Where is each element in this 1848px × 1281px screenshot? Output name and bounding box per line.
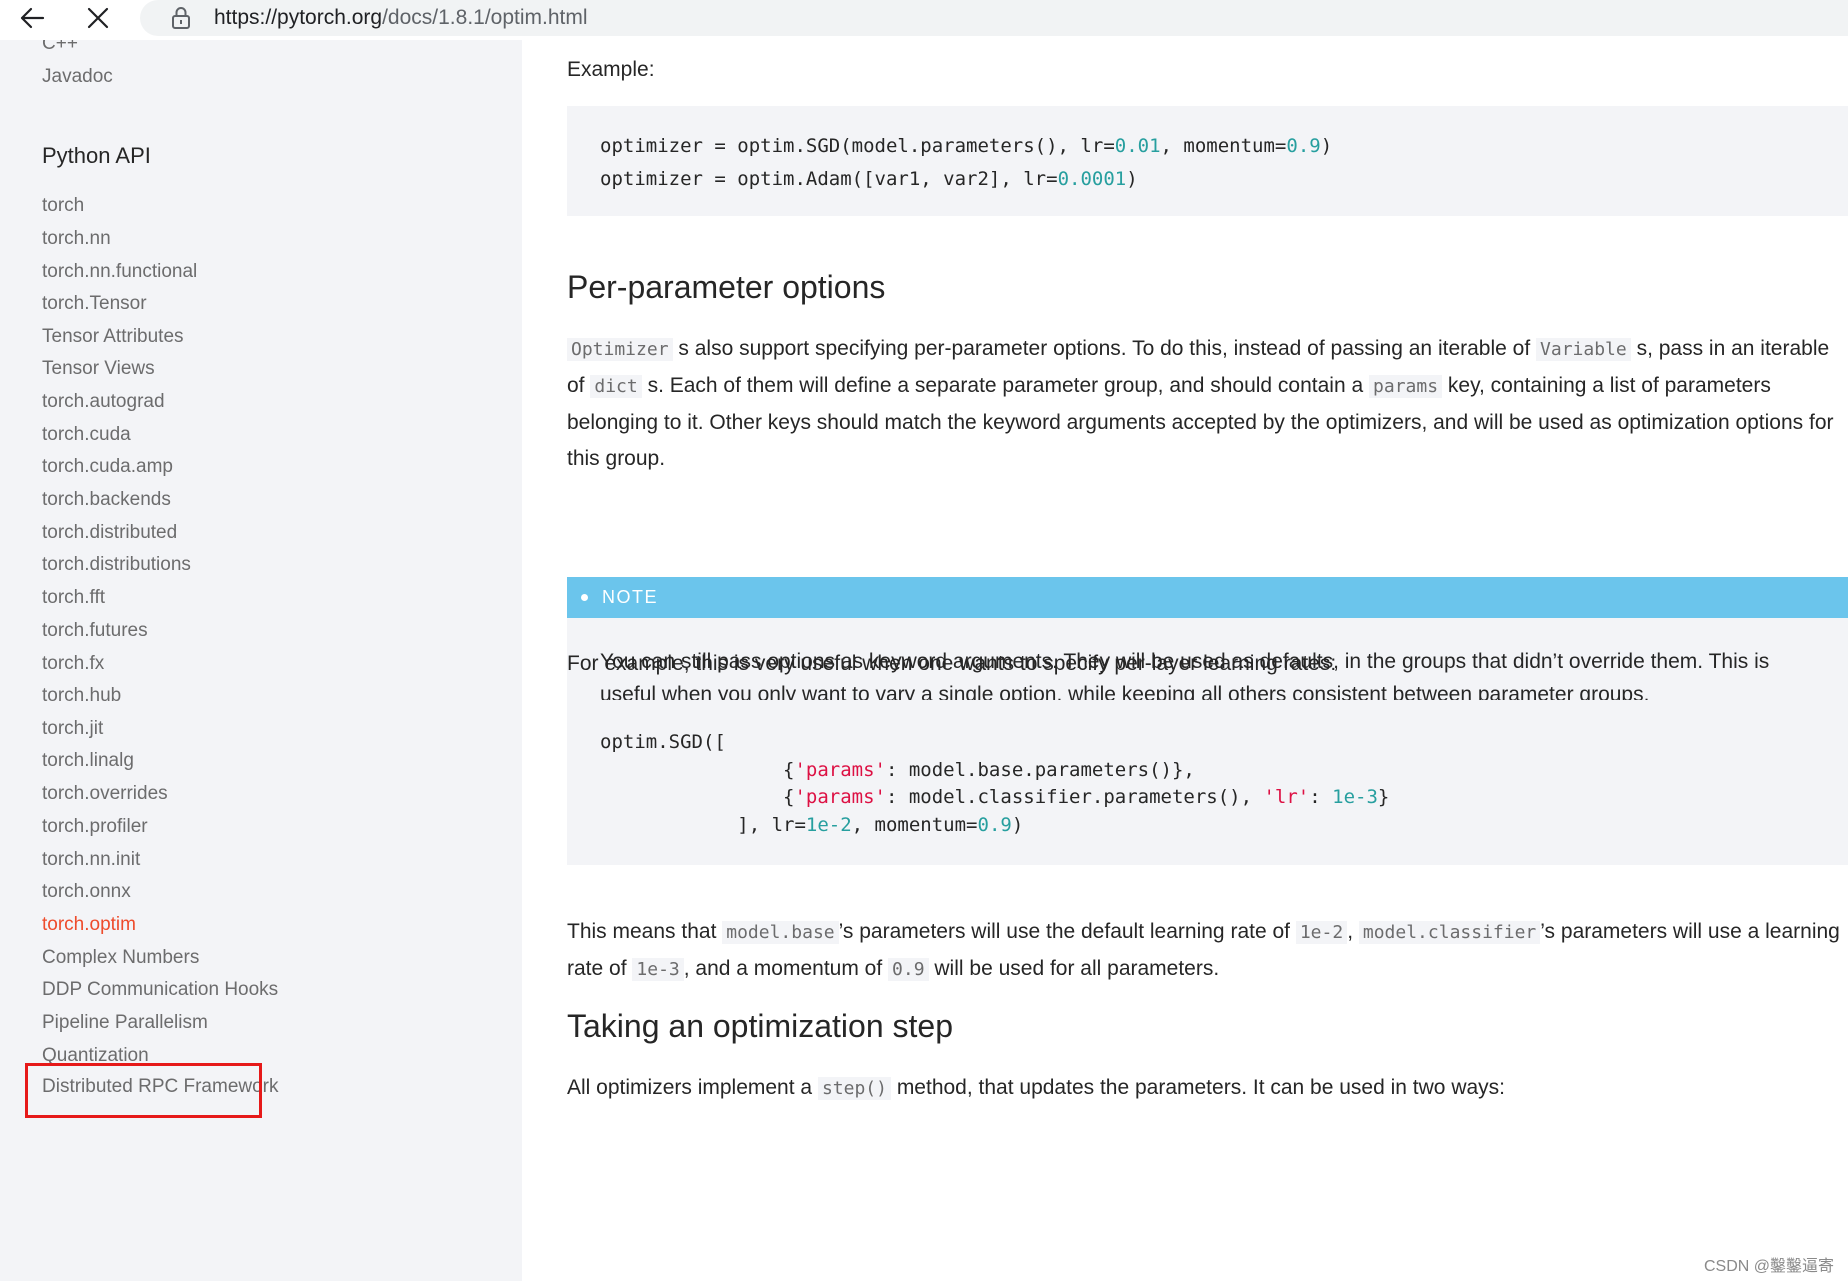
sidebar-item-torch-futures[interactable]: torch.futures [42, 620, 148, 642]
watermark-text: CSDN @鑿鑿逼寄 [1703, 1258, 1834, 1275]
code-line: optimizer = optim.SGD(model.parameters()… [600, 135, 1333, 157]
browser-toolbar: https://pytorch.org/docs/1.8.1/optim.htm… [0, 0, 1848, 40]
arrow-left-icon [20, 7, 45, 29]
sidebar-item-torch-optim[interactable]: torch.optim [42, 914, 136, 936]
sidebar-item-pipeline-parallelism[interactable]: Pipeline Parallelism [42, 1012, 208, 1034]
inline-code: model.classifier [1358, 921, 1541, 944]
sidebar-item-torch-nn[interactable]: torch.nn [42, 228, 111, 250]
lock-icon[interactable] [170, 6, 192, 30]
sidebar-item-torch-cuda[interactable]: torch.cuda [42, 424, 131, 446]
paragraph-per-parameter: Optimizer s also support specifying per-… [567, 337, 1834, 470]
sidebar-item-torch-cuda-amp[interactable]: torch.cuda.amp [42, 456, 173, 478]
sidebar-item-ddp-communication-hooks[interactable]: DDP Communication Hooks [42, 979, 278, 1001]
sidebar-item-torch-nn-init[interactable]: torch.nn.init [42, 849, 140, 871]
sidebar-item-torch-hub[interactable]: torch.hub [42, 685, 121, 707]
inline-code: 1e-3 [632, 958, 684, 981]
sidebar-item-javadoc[interactable]: Javadoc [42, 66, 113, 88]
note-header: NOTE [567, 577, 1848, 618]
sidebar-item-tensor-views[interactable]: Tensor Views [42, 358, 155, 380]
note-bullet-icon [581, 594, 588, 601]
paragraph-step: All optimizers implement a step() method… [567, 1076, 1505, 1100]
sidebar-item-torch-profiler[interactable]: torch.profiler [42, 816, 148, 838]
url-host: https://pytorch.org [214, 6, 383, 29]
back-button[interactable] [10, 0, 54, 36]
sidebar-item-complex-numbers[interactable]: Complex Numbers [42, 947, 199, 969]
url-path: /docs/1.8.1/optim.html [382, 6, 588, 29]
address-bar[interactable]: https://pytorch.org/docs/1.8.1/optim.htm… [140, 0, 1848, 36]
sidebar-item-torch-nn-functional[interactable]: torch.nn.functional [42, 261, 197, 283]
inline-code: 0.9 [888, 958, 929, 981]
sidebar-item-torch-onnx[interactable]: torch.onnx [42, 881, 131, 903]
inline-code: params [1369, 375, 1443, 398]
sidebar-item-torch-tensor[interactable]: torch.Tensor [42, 293, 147, 315]
code-line: optimizer = optim.Adam([var1, var2], lr=… [600, 168, 1138, 190]
sidebar-item-torch-fft[interactable]: torch.fft [42, 587, 105, 609]
code-line: ], lr=1e-2, momentum=0.9) [600, 814, 1024, 836]
heading-per-parameter-options: Per-parameter options [567, 269, 886, 305]
sidebar-item-torch-backends[interactable]: torch.backends [42, 489, 171, 511]
note-title: NOTE [602, 587, 659, 607]
close-icon [87, 7, 109, 29]
paragraph-model-base: This means that model.base’s parameters … [567, 920, 1840, 981]
sidebar-item-torch[interactable]: torch [42, 195, 84, 217]
sidebar-item-torch-overrides[interactable]: torch.overrides [42, 783, 168, 805]
paragraph-per-layer: For example, this is very useful when on… [567, 652, 1337, 675]
code-block-example: optimizer = optim.SGD(model.parameters()… [567, 106, 1848, 216]
inline-code: step() [817, 1077, 891, 1100]
url-text[interactable]: https://pytorch.org/docs/1.8.1/optim.htm… [214, 6, 588, 30]
inline-code: dict [590, 375, 642, 398]
stop-button[interactable] [76, 0, 120, 36]
sidebar-section-title: Python API [42, 143, 151, 168]
sidebar-item-torch-autograd[interactable]: torch.autograd [42, 391, 165, 413]
annotation-highlight-box [25, 1063, 262, 1118]
sidebar-item-torch-jit[interactable]: torch.jit [42, 718, 103, 740]
inline-code: Variable [1536, 338, 1631, 361]
heading-taking-optimization-step: Taking an optimization step [567, 1008, 953, 1044]
sidebar-item-torch-distributions[interactable]: torch.distributions [42, 554, 191, 576]
sidebar-item-cpp[interactable]: C++ [42, 40, 78, 55]
sidebar-item-torch-distributed[interactable]: torch.distributed [42, 522, 177, 544]
sidebar-item-torch-fx[interactable]: torch.fx [42, 653, 104, 675]
example-label: Example: [567, 58, 655, 81]
code-block-per-layer: optim.SGD([ {'params': model.base.parame… [567, 700, 1848, 865]
inline-code: Optimizer [567, 338, 673, 361]
sidebar-item-torch-linalg[interactable]: torch.linalg [42, 750, 134, 772]
sidebar-item-tensor-attributes[interactable]: Tensor Attributes [42, 326, 184, 348]
inline-code: 1e-2 [1295, 921, 1348, 944]
inline-code: model.base [722, 921, 839, 944]
doc-content: Example: optimizer = optim.SGD(model.par… [522, 40, 1848, 1281]
